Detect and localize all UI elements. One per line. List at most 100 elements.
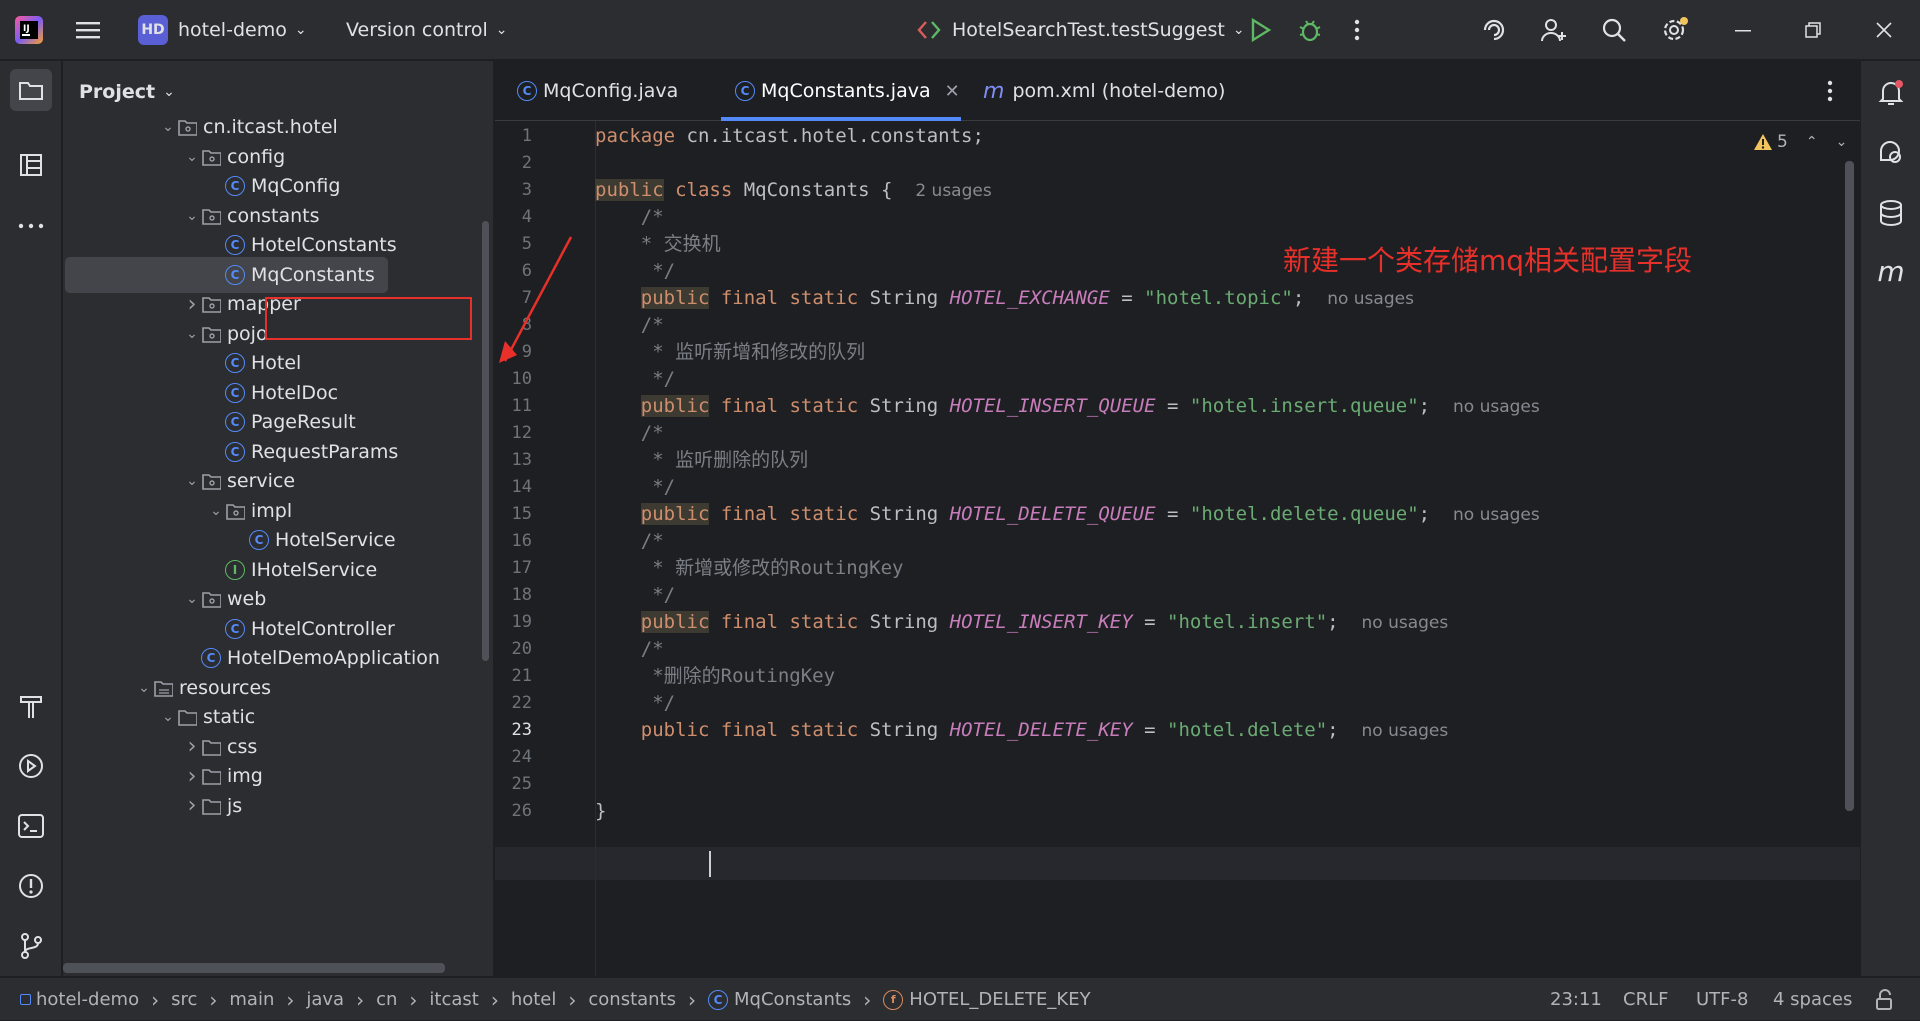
inspection-widget[interactable]: 5 ⌃ ⌄ (1753, 129, 1847, 155)
code-token: String (858, 719, 950, 741)
run-icon[interactable] (1247, 0, 1273, 60)
debug-icon[interactable] (1297, 0, 1323, 60)
tab-pom[interactable]: m pom.xml (hotel-demo) (983, 61, 1225, 121)
restore-icon[interactable] (1803, 0, 1823, 60)
notifications-bell-icon[interactable] (1871, 73, 1911, 113)
project-badge: HD (138, 15, 168, 45)
chevron-down-icon[interactable]: ⌄ (135, 680, 153, 696)
package-folder-icon (201, 471, 221, 491)
code-token: "hotel.insert.queue" (1189, 395, 1419, 417)
settings-gear-icon[interactable] (1660, 0, 1690, 60)
tree-item-js[interactable]: › js (63, 788, 483, 824)
breadcrumb-item[interactable]: constants (588, 989, 676, 1010)
build-hammer-icon[interactable] (11, 686, 51, 726)
indent-setting[interactable]: 4 spaces (1773, 978, 1852, 1021)
class-icon: C (225, 382, 245, 403)
tab-mqconfig[interactable]: C MqConfig.java (517, 61, 678, 121)
services-run-icon[interactable] (11, 746, 51, 786)
folder-icon (201, 766, 221, 786)
caret-position[interactable]: 23:11 (1550, 978, 1602, 1021)
code-token: String (858, 503, 950, 525)
code-token: "hotel.delete.queue" (1189, 503, 1419, 525)
chevron-right-icon[interactable]: › (183, 793, 201, 818)
breadcrumb-item[interactable]: itcast (429, 989, 478, 1010)
maven-icon[interactable]: m (1871, 251, 1911, 291)
tree-scrollbar[interactable] (482, 221, 489, 661)
chevron-right-icon: › (151, 987, 160, 1012)
chevron-right-icon: › (490, 987, 499, 1012)
breadcrumb-item[interactable]: MqConstants (734, 989, 851, 1010)
chevron-down-icon[interactable]: ⌄ (183, 326, 201, 342)
tree-item-label: service (227, 470, 296, 492)
editor-scrollbar[interactable] (1845, 161, 1854, 811)
version-control-widget[interactable]: Version control ⌄ (346, 0, 508, 60)
add-user-icon[interactable] (1540, 0, 1568, 60)
search-icon[interactable] (1600, 0, 1628, 60)
more-tools-icon[interactable] (11, 206, 51, 246)
code-token: /* (640, 638, 664, 660)
problems-icon[interactable] (11, 866, 51, 906)
module-icon (20, 994, 31, 1005)
line-separator[interactable]: CRLF (1623, 978, 1668, 1021)
tab-mqconstants[interactable]: C MqConstants.java ✕ (735, 61, 960, 121)
breadcrumb-item[interactable]: java (306, 989, 344, 1010)
chevron-right-icon[interactable]: › (183, 734, 201, 759)
breadcrumb-item[interactable]: HOTEL_DELETE_KEY (909, 989, 1090, 1010)
intellij-logo-icon[interactable]: IJ (14, 0, 44, 60)
chevron-right-icon[interactable]: › (183, 764, 201, 789)
project-folder-icon[interactable] (10, 69, 52, 111)
ai-assistant-icon[interactable] (1480, 0, 1508, 60)
tree-hscrollbar[interactable] (63, 963, 445, 973)
previous-highlight-icon[interactable]: ⌃ (1806, 134, 1818, 150)
chevron-down-icon[interactable]: ⌄ (159, 709, 177, 725)
more-actions-icon[interactable] (1352, 0, 1362, 60)
ai-chat-icon[interactable] (1871, 133, 1911, 173)
file-encoding[interactable]: UTF-8 (1696, 978, 1748, 1021)
tree-item-label: img (227, 765, 263, 787)
project-panel: Project ⌄ ⌄ cn.itcast.hotel ⌄ config C MqConf… (63, 61, 494, 976)
code-line: public final static String HOTEL_INSERT_… (595, 390, 1540, 423)
structure-icon[interactable] (11, 145, 51, 185)
breadcrumb-item[interactable]: src (171, 989, 197, 1010)
breadcrumb-item[interactable]: cn (376, 989, 397, 1010)
code-token: */ (652, 692, 676, 714)
chevron-down-icon: ⌄ (495, 22, 508, 38)
maven-icon: m (983, 78, 1005, 104)
main-menu-icon[interactable] (74, 0, 102, 60)
terminal-icon[interactable] (11, 806, 51, 846)
class-icon: C (735, 81, 755, 101)
tree-item-label: MqConstants (251, 263, 375, 286)
left-tool-strip (0, 61, 62, 976)
class-icon: C (249, 530, 269, 550)
run-config-widget[interactable]: HotelSearchTest.testSuggest ⌄ (916, 0, 1245, 60)
project-widget[interactable]: HD hotel-demo ⌄ (138, 0, 307, 60)
chevron-down-icon[interactable]: ⌄ (183, 208, 201, 224)
chevron-down-icon[interactable]: ⌄ (183, 473, 201, 489)
minimize-icon[interactable] (1733, 0, 1753, 60)
readonly-lock-icon[interactable] (1874, 978, 1896, 1021)
tab-options-icon[interactable] (1825, 61, 1835, 121)
database-icon[interactable] (1871, 193, 1911, 233)
code-token: ; (1327, 611, 1362, 633)
chevron-down-icon[interactable]: ⌄ (183, 149, 201, 165)
code-token: */ (652, 476, 676, 498)
editor-tabs: C MqConfig.java C MqConstants.java ✕ m p… (495, 61, 1860, 121)
breadcrumb-item[interactable]: main (229, 989, 274, 1010)
code-token: public (640, 395, 710, 417)
close-icon[interactable] (1874, 0, 1894, 60)
chevron-down-icon[interactable]: ⌄ (159, 119, 177, 135)
breadcrumb-item[interactable]: hotel-demo (36, 989, 139, 1010)
next-highlight-icon[interactable]: ⌄ (1836, 134, 1848, 150)
close-tab-icon[interactable]: ✕ (945, 81, 960, 102)
breadcrumb-item[interactable]: hotel (511, 989, 557, 1010)
git-branch-icon[interactable] (11, 926, 51, 966)
chevron-down-icon[interactable]: ⌄ (207, 503, 225, 519)
code-token: no usages (1361, 721, 1449, 741)
chevron-down-icon[interactable]: ⌄ (183, 591, 201, 607)
chevron-right-icon[interactable]: › (183, 292, 201, 317)
